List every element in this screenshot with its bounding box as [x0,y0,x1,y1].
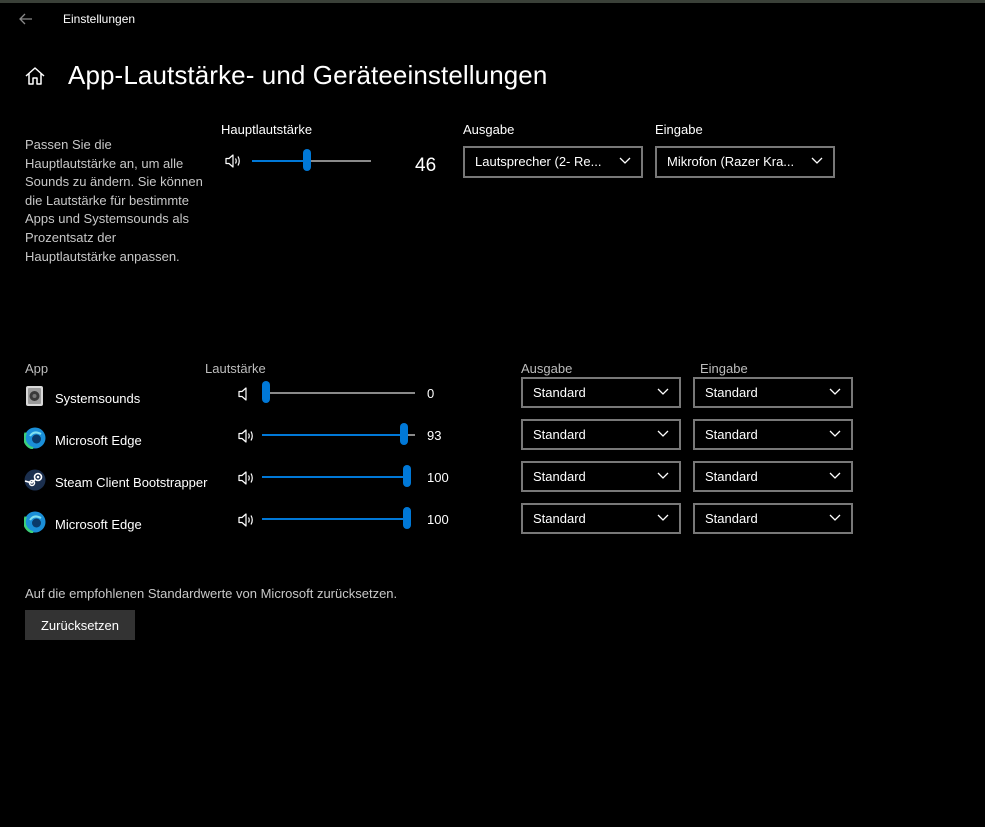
app-output-dropdown[interactable]: Standard [521,503,681,534]
app-output-dropdown[interactable]: Standard [521,461,681,492]
app-volume-value: 0 [427,386,435,401]
chevron-down-icon [657,472,669,479]
master-volume-value: 46 [415,155,437,176]
page-title: App-Lautstärke- und Geräteeinstellungen [68,60,548,90]
app-output-dropdown[interactable]: Standard [521,419,681,450]
master-volume-thumb[interactable] [303,149,311,171]
edge-icon [23,426,47,450]
master-volume-slider[interactable] [252,149,371,171]
master-volume-fill [252,160,307,162]
app-volume-value: 93 [427,428,442,443]
edge-icon [23,510,47,534]
chevron-down-icon [657,388,669,395]
speaker-icon[interactable] [225,153,243,169]
chevron-down-icon [811,157,823,164]
speaker-icon[interactable] [238,470,256,486]
column-header-output: Ausgabe [521,361,573,376]
speaker-icon[interactable] [238,512,256,528]
app-volume-slider[interactable] [262,465,411,487]
app-name: Microsoft Edge [55,433,142,448]
column-header-volume: Lautstärke [205,361,266,376]
column-header-input: Eingabe [700,361,748,376]
app-volume-thumb[interactable] [400,423,408,445]
app-volume-fill [262,476,411,478]
system-sounds-icon [24,385,46,407]
app-volume-thumb[interactable] [403,465,411,487]
reset-description: Auf die empfohlenen Standardwerte von Mi… [25,586,398,601]
app-output-dropdown[interactable]: Standard [521,377,681,408]
app-name: Systemsounds [55,391,141,406]
app-input-dropdown[interactable]: Standard [693,377,853,408]
app-volume-thumb[interactable] [262,381,270,403]
master-input-dropdown[interactable]: Mikrofon (Razer Kra... [655,146,835,178]
dropdown-value: Standard [533,385,586,400]
steam-icon [24,469,46,491]
dropdown-value: Standard [533,427,586,442]
back-arrow-icon[interactable] [17,10,35,28]
app-input-dropdown[interactable]: Standard [693,461,853,492]
dropdown-value: Standard [705,469,758,484]
master-output-value: Lautsprecher (2- Re... [475,154,602,169]
dropdown-value: Standard [705,427,758,442]
description-text: Passen Sie die Hauptlautstärke an, um al… [25,137,203,264]
chevron-down-icon [657,430,669,437]
app-volume-slider[interactable] [262,381,415,403]
app-volume-value: 100 [427,470,449,485]
reset-button[interactable]: Zurücksetzen [25,610,135,640]
chevron-down-icon [829,430,841,437]
app-volume-fill [262,518,411,520]
master-output-dropdown[interactable]: Lautsprecher (2- Re... [463,146,643,178]
master-input-value: Mikrofon (Razer Kra... [667,154,795,169]
dropdown-value: Standard [705,511,758,526]
window-top-strip [0,0,985,3]
app-volume-slider[interactable] [262,507,411,529]
master-volume-label: Hauptlautstärke [221,122,313,137]
chevron-down-icon [829,514,841,521]
chevron-down-icon [657,514,669,521]
column-header-app: App [25,361,49,376]
dropdown-value: Standard [705,385,758,400]
master-input-label: Eingabe [655,122,703,137]
chevron-down-icon [829,388,841,395]
window-title: Einstellungen [63,12,136,26]
speaker-icon[interactable] [238,428,256,444]
dropdown-value: Standard [533,469,586,484]
app-name: Microsoft Edge [55,517,142,532]
app-input-dropdown[interactable]: Standard [693,503,853,534]
home-icon[interactable] [24,65,46,87]
chevron-down-icon [829,472,841,479]
app-input-dropdown[interactable]: Standard [693,419,853,450]
app-volume-value: 100 [427,512,449,527]
app-volume-thumb[interactable] [403,507,411,529]
app-name: Steam Client Bootstrapper [55,475,208,490]
app-volume-slider[interactable] [262,423,415,445]
app-volume-fill [262,434,404,436]
dropdown-value: Standard [533,511,586,526]
master-output-label: Ausgabe [463,122,515,137]
chevron-down-icon [619,157,631,164]
speaker-muted-icon[interactable] [238,386,256,402]
